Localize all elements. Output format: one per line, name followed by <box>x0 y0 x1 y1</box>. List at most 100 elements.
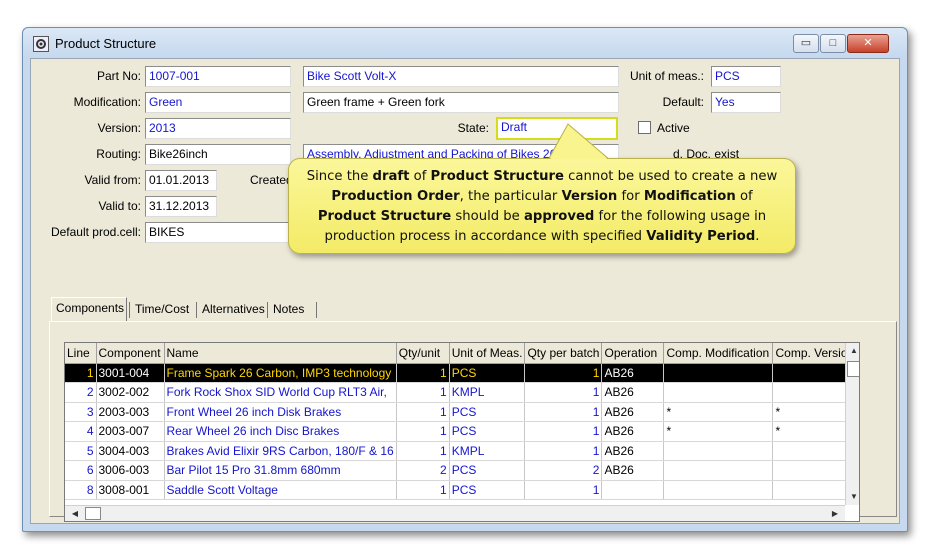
app-gear-icon[interactable] <box>33 36 49 52</box>
column-header[interactable]: Unit of Meas. <box>449 343 526 364</box>
tab-notes[interactable]: Notes <box>269 299 313 321</box>
cell-line[interactable]: 8 <box>65 480 97 500</box>
cell-line[interactable]: 2 <box>65 382 97 403</box>
cell-uom[interactable]: PCS <box>449 421 526 442</box>
cell-line[interactable]: 6 <box>65 460 97 481</box>
cell-component[interactable]: 2003-003 <box>96 402 165 422</box>
scroll-up-icon[interactable]: ▲ <box>846 343 859 359</box>
cell-uom[interactable]: PCS <box>449 480 526 500</box>
vertical-scrollbar[interactable]: ▲ ▼ <box>845 343 859 505</box>
cell-component[interactable]: 3001-004 <box>96 363 165 383</box>
cell-qty-batch[interactable]: 1 <box>524 441 603 461</box>
cell-uom[interactable]: PCS <box>449 402 526 422</box>
unit-of-meas-field[interactable]: PCS <box>711 66 781 87</box>
cell-name[interactable]: Frame Spark 26 Carbon, IMP3 technology <box>164 363 397 383</box>
column-header[interactable]: Qty per batch <box>524 343 603 364</box>
cell-comp-mod[interactable] <box>663 441 774 461</box>
cell-uom[interactable]: KMPL <box>449 382 526 403</box>
cell-qty-batch[interactable]: 2 <box>524 460 603 481</box>
tab-alternatives[interactable]: Alternatives <box>198 299 266 321</box>
cell-name[interactable]: Rear Wheel 26 inch Disc Brakes <box>164 421 397 442</box>
tab-components[interactable]: Components <box>51 297 127 321</box>
cell-component[interactable]: 3008-001 <box>96 480 165 500</box>
default-field[interactable]: Yes <box>711 92 781 113</box>
cell-uom[interactable]: KMPL <box>449 441 526 461</box>
column-header[interactable]: Qty/unit <box>396 343 450 364</box>
maximize-button[interactable]: □ <box>820 34 846 53</box>
cell-qty-batch[interactable]: 1 <box>524 363 603 383</box>
cell-qty-batch[interactable]: 1 <box>524 480 603 500</box>
components-grid[interactable]: Line Component Name Qty/unit Unit of Meas. Qt… <box>64 342 860 522</box>
cell-component[interactable]: 3004-003 <box>96 441 165 461</box>
cell-name[interactable]: Fork Rock Shox SID World Cup RLT3 Air, <box>164 382 397 403</box>
cell-comp-mod[interactable] <box>663 460 774 481</box>
cell-qty-batch[interactable]: 1 <box>524 382 603 403</box>
cell-operation[interactable]: AB26 <box>601 402 665 422</box>
cell-line[interactable]: 5 <box>65 441 97 461</box>
cell-operation[interactable]: AB26 <box>601 363 665 383</box>
cell-component[interactable]: 3006-003 <box>96 460 165 481</box>
cell-component[interactable]: 3002-002 <box>96 382 165 403</box>
scroll-down-icon[interactable]: ▼ <box>846 489 859 505</box>
tab-time-cost[interactable]: Time/Cost <box>131 299 195 321</box>
cell-qty-unit[interactable]: 1 <box>396 363 450 383</box>
cell-name[interactable]: Front Wheel 26 inch Disk Brakes <box>164 402 397 422</box>
cell-line[interactable]: 3 <box>65 402 97 422</box>
cell-line[interactable]: 1 <box>65 363 97 383</box>
table-row[interactable]: 5 3004-003 Brakes Avid Elixir 9RS Carbon, … <box>65 441 859 461</box>
table-row[interactable]: 6 3006-003 Bar Pilot 15 Pro 31.8mm 680mm 2 P… <box>65 460 859 481</box>
cell-operation[interactable]: AB26 <box>601 421 665 442</box>
column-header[interactable]: Operation <box>601 343 665 364</box>
table-row[interactable]: 4 2003-007 Rear Wheel 26 inch Disc Brakes 1… <box>65 421 859 442</box>
scroll-left-icon[interactable]: ◀ <box>67 506 83 521</box>
valid-from-field[interactable]: 01.01.2013 <box>145 170 217 191</box>
cell-line[interactable]: 4 <box>65 421 97 442</box>
cell-name[interactable]: Saddle Scott Voltage <box>164 480 397 500</box>
routing-field[interactable]: Bike26inch <box>145 144 291 165</box>
cell-qty-unit[interactable]: 2 <box>396 460 450 481</box>
cell-operation[interactable]: AB26 <box>601 441 665 461</box>
default-prod-cell-field[interactable]: BIKES <box>145 222 291 243</box>
cell-uom[interactable]: PCS <box>449 363 526 383</box>
cell-qty-batch[interactable]: 1 <box>524 402 603 422</box>
column-header[interactable]: Component <box>96 343 165 364</box>
version-field[interactable]: 2013 <box>145 118 291 139</box>
vertical-scroll-thumb[interactable] <box>847 361 859 377</box>
cell-comp-mod[interactable]: * <box>663 421 774 442</box>
minimize-button[interactable]: ▭ <box>793 34 819 53</box>
cell-operation[interactable]: AB26 <box>601 382 665 403</box>
active-checkbox[interactable] <box>638 121 651 134</box>
cell-comp-mod[interactable] <box>663 480 774 500</box>
cell-qty-unit[interactable]: 1 <box>396 402 450 422</box>
cell-qty-unit[interactable]: 1 <box>396 480 450 500</box>
cell-comp-mod[interactable] <box>663 363 774 383</box>
modification-description-field[interactable]: Green frame + Green fork <box>303 92 619 113</box>
close-button[interactable]: ✕ <box>847 34 889 53</box>
column-header[interactable]: Line <box>65 343 97 364</box>
cell-name[interactable]: Brakes Avid Elixir 9RS Carbon, 180/F & 1… <box>164 441 397 461</box>
column-header[interactable]: Comp. Modification <box>663 343 774 364</box>
part-no-field[interactable]: 1007-001 <box>145 66 291 87</box>
modification-field[interactable]: Green <box>145 92 291 113</box>
table-row[interactable]: 2 3002-002 Fork Rock Shox SID World Cup RL… <box>65 382 859 403</box>
title-bar[interactable]: Product Structure ▭ □ ✕ <box>23 28 907 58</box>
horizontal-scrollbar[interactable]: ◀ ▶ <box>65 505 845 521</box>
cell-comp-mod[interactable]: * <box>663 402 774 422</box>
cell-qty-unit[interactable]: 1 <box>396 441 450 461</box>
cell-operation[interactable] <box>601 480 665 500</box>
column-header[interactable]: Name <box>164 343 397 364</box>
table-row[interactable]: 1 3001-004 Frame Spark 26 Carbon, IMP3 tec… <box>65 363 859 383</box>
state-field[interactable]: Draft <box>496 117 618 140</box>
valid-to-field[interactable]: 31.12.2013 <box>145 196 217 217</box>
cell-name[interactable]: Bar Pilot 15 Pro 31.8mm 680mm <box>164 460 397 481</box>
cell-qty-unit[interactable]: 1 <box>396 382 450 403</box>
part-description-field[interactable]: Bike Scott Volt-X <box>303 66 619 87</box>
cell-qty-unit[interactable]: 1 <box>396 421 450 442</box>
scroll-right-icon[interactable]: ▶ <box>827 506 843 521</box>
cell-component[interactable]: 2003-007 <box>96 421 165 442</box>
table-row[interactable]: 3 2003-003 Front Wheel 26 inch Disk Brakes… <box>65 402 859 422</box>
horizontal-scroll-thumb[interactable] <box>85 507 101 520</box>
cell-comp-mod[interactable] <box>663 382 774 403</box>
cell-uom[interactable]: PCS <box>449 460 526 481</box>
cell-operation[interactable]: AB26 <box>601 460 665 481</box>
